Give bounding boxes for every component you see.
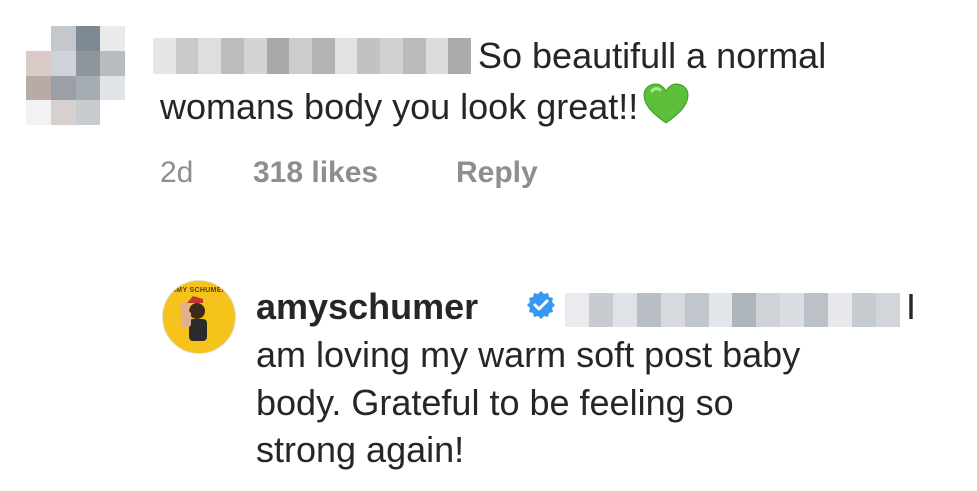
reply-username[interactable]: amyschumer: [256, 285, 478, 329]
reply-text-line: body. Grateful to be feeling so: [256, 382, 734, 423]
comment-reply-button[interactable]: Reply: [456, 153, 538, 193]
comment-text-line1: So beautifull a normal: [478, 35, 827, 76]
commenter-avatar[interactable]: [26, 26, 125, 125]
comment-text-line2: womans body you look great!!: [160, 83, 690, 135]
comment-time: 2d: [160, 156, 194, 189]
verified-badge-icon: [526, 290, 556, 325]
comment-likes-link[interactable]: 318 likes: [253, 153, 378, 193]
amyschumer-avatar[interactable]: AMY SCHUMER: [162, 280, 236, 354]
commenter-username-redacted[interactable]: [153, 38, 472, 74]
mentioned-username-redacted[interactable]: [565, 293, 900, 327]
green-heart-icon: [642, 83, 690, 135]
reply-text-start: I: [906, 286, 917, 327]
reply-text-line: am loving my warm soft post baby: [256, 334, 801, 375]
comment-meta: 2d 318 likes Reply: [160, 153, 538, 193]
reply-text-line: strong again!: [256, 429, 465, 470]
